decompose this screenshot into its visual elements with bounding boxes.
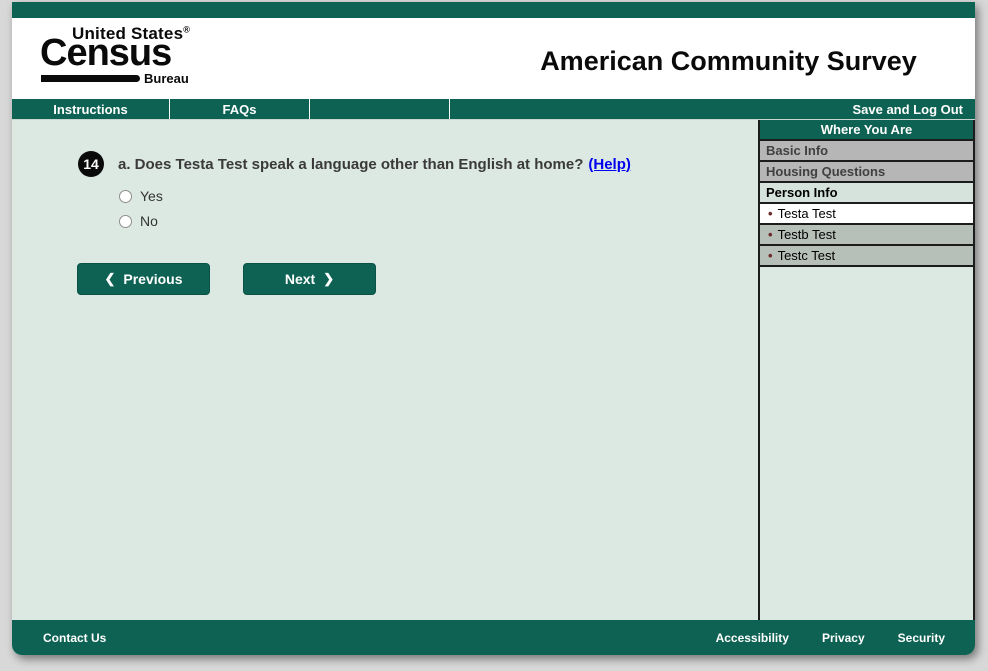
- logo-bureau-text: Bureau: [144, 71, 189, 86]
- survey-window: United States® Census Bureau American Co…: [12, 2, 975, 655]
- radio-option-no[interactable]: No: [119, 213, 158, 229]
- privacy-link[interactable]: Privacy: [822, 631, 865, 645]
- question-text-label: a. Does Testa Test speak a language othe…: [118, 155, 584, 173]
- page-title: American Community Survey: [540, 46, 917, 76]
- sidebar-item-housing-questions[interactable]: Housing Questions: [760, 162, 973, 183]
- question-text: a. Does Testa Test speak a language othe…: [118, 156, 631, 173]
- save-and-logout-link[interactable]: Save and Log Out: [852, 99, 975, 119]
- radio-yes-icon[interactable]: [119, 189, 132, 203]
- accessibility-link[interactable]: Accessibility: [716, 631, 789, 645]
- sidebar-item-person-info[interactable]: Person Info: [760, 183, 973, 204]
- where-you-are-sidebar: Where You Are Basic Info Housing Questio…: [758, 120, 975, 620]
- previous-button[interactable]: ❮ Previous: [77, 263, 210, 295]
- main-area: 14 a. Does Testa Test speak a language o…: [12, 120, 975, 620]
- sidebar-item-testa-test-label: Testa Test: [777, 206, 836, 221]
- nav-faqs[interactable]: FAQs: [170, 99, 310, 119]
- logo-underline-bar: [41, 75, 140, 82]
- page-footer: Contact Us Accessibility Privacy Securit…: [12, 620, 975, 655]
- previous-button-label: Previous: [123, 271, 183, 287]
- chevron-left-icon: ❮: [104, 271, 116, 286]
- chevron-right-icon: ❯: [323, 271, 335, 286]
- bullet-icon: •: [768, 206, 773, 221]
- sidebar-item-testc-test-label: Testc Test: [777, 248, 836, 263]
- main-navbar: Instructions FAQs Save and Log Out: [12, 99, 975, 120]
- census-bureau-logo: United States® Census Bureau: [40, 20, 200, 86]
- sidebar-item-basic-info[interactable]: Basic Info: [760, 141, 973, 162]
- top-accent-bar: [12, 2, 975, 18]
- nav-empty-cell: [310, 99, 450, 119]
- next-button[interactable]: Next ❯: [243, 263, 376, 295]
- bullet-icon: •: [768, 227, 773, 242]
- registered-mark: ®: [183, 24, 191, 35]
- help-link[interactable]: (Help): [588, 156, 631, 173]
- security-link[interactable]: Security: [898, 631, 945, 645]
- sidebar-title: Where You Are: [760, 120, 973, 141]
- radio-no-icon[interactable]: [119, 214, 132, 228]
- bullet-icon: •: [768, 248, 773, 263]
- nav-instructions[interactable]: Instructions: [12, 99, 170, 119]
- sidebar-item-testb-test-label: Testb Test: [777, 227, 836, 242]
- page-header: United States® Census Bureau American Co…: [12, 18, 975, 99]
- question-panel: 14 a. Does Testa Test speak a language o…: [12, 120, 758, 620]
- radio-yes-label[interactable]: Yes: [140, 188, 163, 204]
- sidebar-item-testb-test[interactable]: • Testb Test: [760, 225, 973, 246]
- sidebar-item-testa-test[interactable]: • Testa Test: [760, 204, 973, 225]
- radio-option-yes[interactable]: Yes: [119, 188, 163, 204]
- logo-census-text: Census: [40, 32, 172, 74]
- radio-no-label[interactable]: No: [140, 213, 158, 229]
- question-number-badge: 14: [78, 151, 104, 177]
- footer-links: Accessibility Privacy Security: [716, 631, 975, 645]
- question-row: 14 a. Does Testa Test speak a language o…: [78, 151, 631, 177]
- next-button-label: Next: [284, 271, 316, 287]
- contact-us-link[interactable]: Contact Us: [12, 631, 106, 645]
- sidebar-item-testc-test[interactable]: • Testc Test: [760, 246, 973, 267]
